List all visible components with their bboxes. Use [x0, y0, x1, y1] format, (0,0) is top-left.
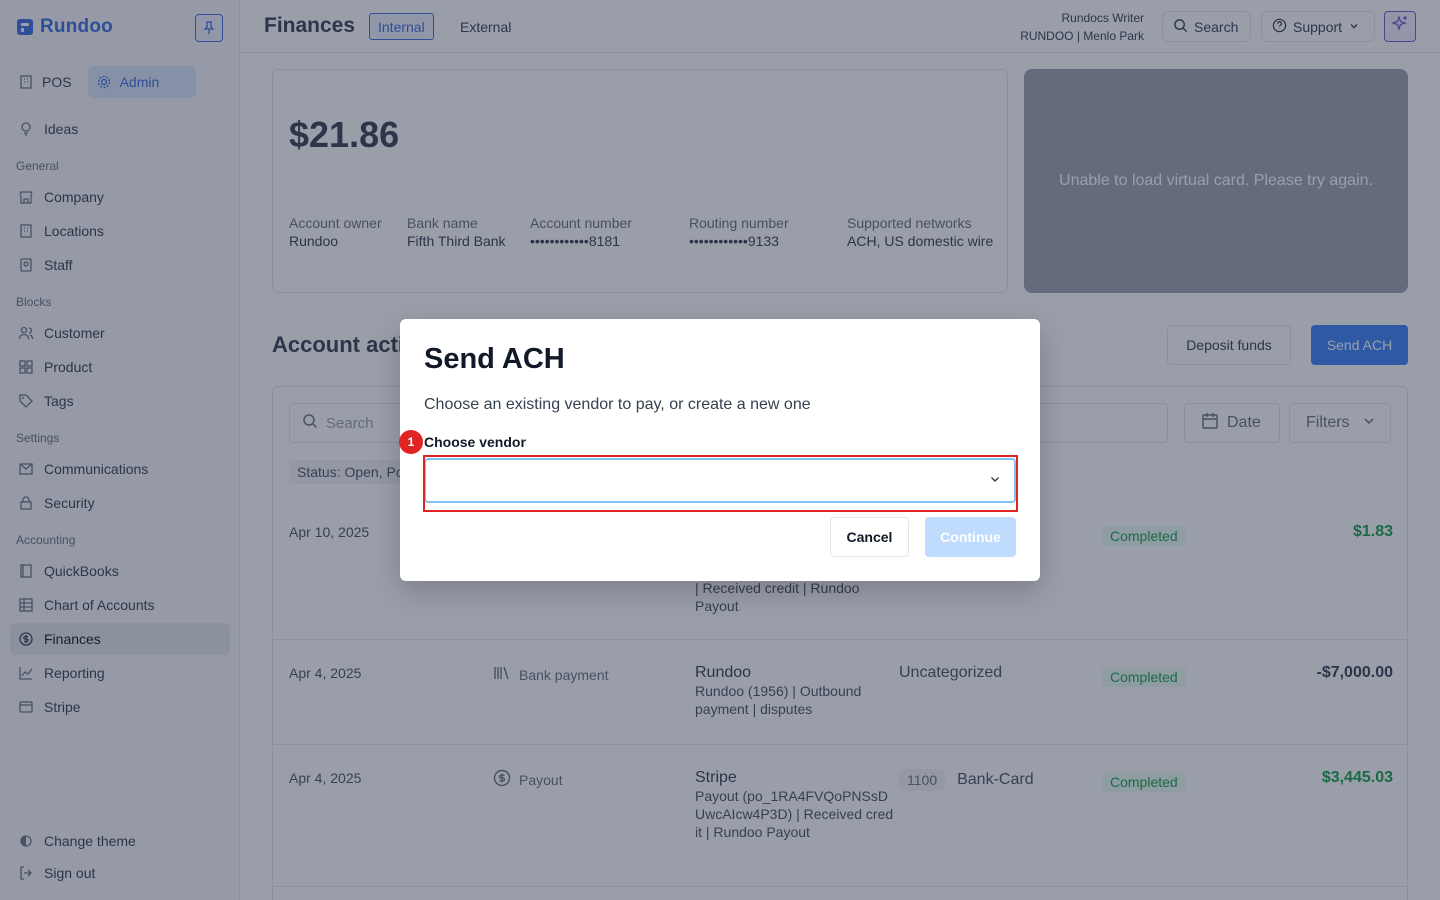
choose-vendor-label: Choose vendor [424, 434, 526, 450]
cancel-button[interactable]: Cancel [830, 517, 909, 557]
annotation-highlight-box [423, 455, 1018, 512]
annotation-marker: 1 [399, 430, 423, 454]
dialog-description: Choose an existing vendor to pay, or cre… [424, 396, 811, 413]
send-ach-dialog: Send ACH Choose an existing vendor to pa… [400, 319, 1040, 581]
dialog-title: Send ACH [424, 343, 565, 375]
continue-button[interactable]: Continue [925, 517, 1016, 557]
